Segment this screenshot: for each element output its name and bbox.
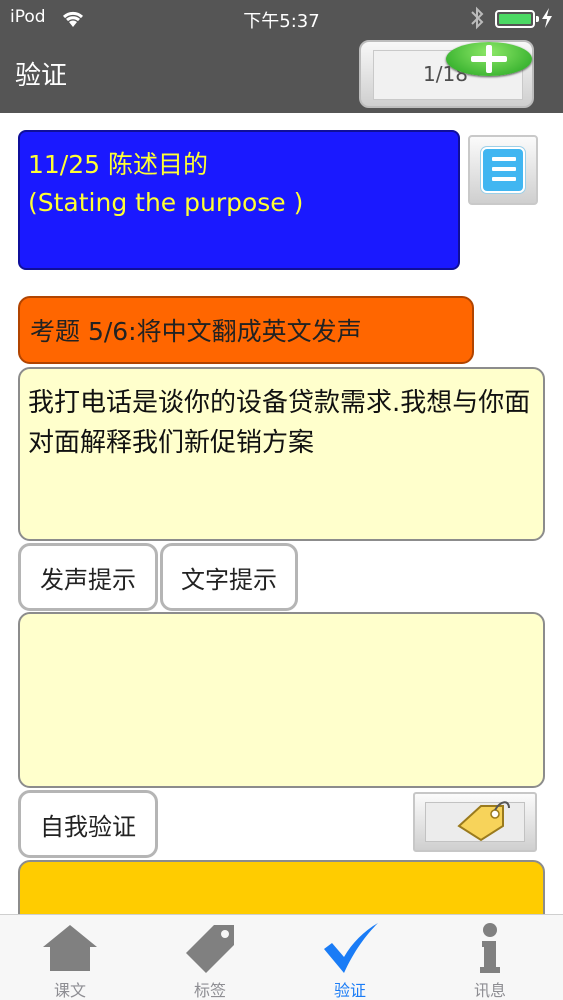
tab-tags[interactable]: 标签 — [140, 915, 280, 1000]
tab-verify[interactable]: 验证 — [280, 915, 420, 1000]
question-header: 考题 5/6:将中文翻成英文发声 — [18, 296, 474, 364]
answer-area[interactable] — [18, 612, 545, 788]
question-prompt: 我打电话是谈你的设备贷款需求.我想与你面对面解释我们新促销方案 — [18, 367, 545, 541]
tab-tags-label: 标签 — [193, 981, 226, 1000]
tab-lesson[interactable]: 课文 — [0, 915, 140, 1000]
tag-icon — [457, 801, 510, 842]
tab-bar: 课文 标签 验证 讯息 — [0, 914, 563, 1000]
home-icon — [43, 925, 97, 971]
tag-icon — [186, 925, 234, 973]
battery-icon — [495, 10, 539, 28]
tab-verify-label: 验证 — [333, 981, 366, 1000]
voice-hint-button[interactable]: 发声提示 — [18, 543, 158, 611]
list-icon — [481, 147, 525, 193]
tag-button[interactable] — [413, 792, 537, 852]
info-icon — [480, 923, 500, 973]
tab-lesson-label: 课文 — [53, 981, 86, 1000]
charging-icon — [542, 8, 552, 28]
plus-icon[interactable] — [446, 42, 532, 76]
self-verify-button[interactable]: 自我验证 — [18, 790, 158, 858]
top-bar: iPod 下午5:37 验证 1/18 — [0, 0, 563, 113]
checkmark-icon — [324, 923, 378, 973]
list-button[interactable] — [468, 135, 538, 205]
tab-info-label: 讯息 — [473, 981, 506, 1000]
text-hint-button[interactable]: 文字提示 — [160, 543, 298, 611]
tab-info[interactable]: 讯息 — [420, 915, 560, 1000]
lesson-subtitle: (Stating the purpose ) — [28, 188, 304, 217]
bluetooth-icon — [471, 6, 484, 30]
status-bar: iPod 下午5:37 — [0, 0, 563, 38]
nav-title: 验证 — [15, 61, 68, 91]
lesson-title: 11/25 陈述目的 — [28, 150, 208, 179]
lesson-title-card: 11/25 陈述目的 (Stating the purpose ) — [18, 130, 460, 270]
